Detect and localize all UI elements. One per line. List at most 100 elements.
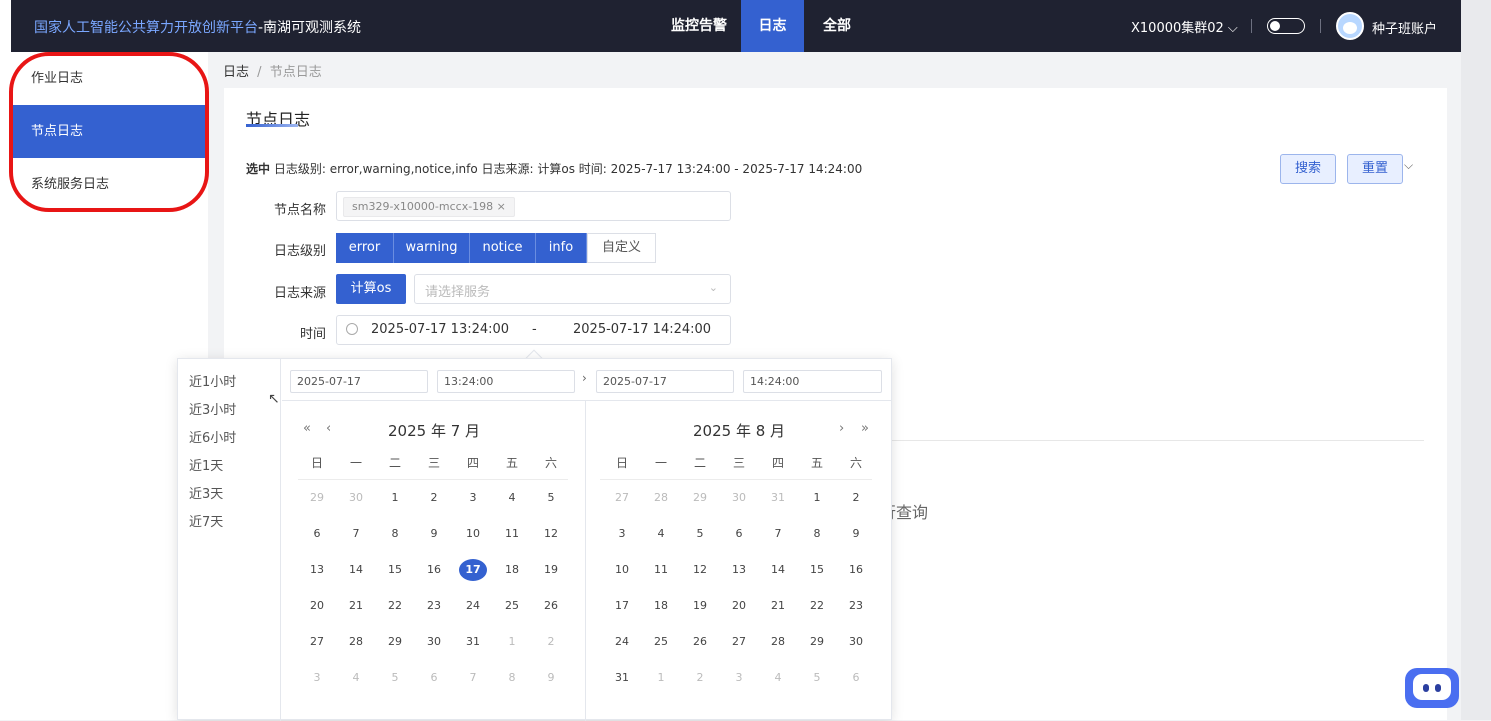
left-calendar-day[interactable]: 2	[420, 487, 448, 509]
time-end[interactable]: 2025-07-17 14:24:00	[573, 322, 711, 337]
prev-month-icon[interactable]: ‹	[326, 421, 331, 436]
left-calendar-day[interactable]: 13	[303, 559, 331, 581]
left-calendar-day[interactable]: 31	[459, 631, 487, 653]
left-calendar-day[interactable]: 7	[342, 523, 370, 545]
right-calendar-day[interactable]: 28	[647, 487, 675, 509]
left-calendar-day[interactable]: 1	[381, 487, 409, 509]
left-calendar-day[interactable]: 19	[537, 559, 565, 581]
level-error-button[interactable]: error	[336, 233, 394, 263]
left-calendar-day[interactable]: 5	[381, 667, 409, 689]
shortcut-1h[interactable]: 近1小时	[189, 371, 236, 390]
left-calendar-day[interactable]: 26	[537, 595, 565, 617]
right-calendar-day[interactable]: 4	[647, 523, 675, 545]
right-calendar-day[interactable]: 30	[725, 487, 753, 509]
right-calendar-day[interactable]: 18	[647, 595, 675, 617]
shortcut-6h[interactable]: 近6小时	[189, 427, 236, 446]
right-calendar-day[interactable]: 4	[764, 667, 792, 689]
expand-chevron-icon[interactable]: ⌵	[1404, 158, 1413, 173]
level-info-button[interactable]: info	[536, 233, 587, 263]
right-calendar-day[interactable]: 2	[686, 667, 714, 689]
right-calendar-day[interactable]: 22	[803, 595, 831, 617]
left-calendar-day[interactable]: 4	[342, 667, 370, 689]
shortcut-3h[interactable]: 近3小时	[189, 399, 236, 418]
left-calendar-day[interactable]: 14	[342, 559, 370, 581]
right-calendar-day[interactable]: 6	[725, 523, 753, 545]
time-range-input[interactable]: 2025-07-17 13:24:00 - 2025-07-17 14:24:0…	[336, 315, 731, 345]
node-tag[interactable]: sm329-x10000-mccx-198 ×	[343, 197, 515, 217]
node-name-select[interactable]: sm329-x10000-mccx-198 ×	[336, 191, 731, 221]
right-calendar-day[interactable]: 7	[764, 523, 792, 545]
left-calendar-day[interactable]: 7	[459, 667, 487, 689]
right-calendar-day[interactable]: 14	[764, 559, 792, 581]
shortcut-1d[interactable]: 近1天	[189, 455, 223, 474]
right-calendar-day[interactable]: 6	[842, 667, 870, 689]
service-select[interactable]: 请选择服务 ⌄	[414, 274, 731, 304]
next-month-icon[interactable]: ›	[839, 421, 844, 436]
right-calendar-day[interactable]: 16	[842, 559, 870, 581]
right-calendar-day[interactable]: 31	[608, 667, 636, 689]
level-custom-button[interactable]: 自定义	[587, 233, 656, 263]
avatar[interactable]	[1336, 12, 1364, 40]
right-calendar-day[interactable]: 20	[725, 595, 753, 617]
right-calendar-day[interactable]: 3	[608, 523, 636, 545]
left-calendar-day[interactable]: 18	[498, 559, 526, 581]
left-calendar-day[interactable]: 5	[537, 487, 565, 509]
right-calendar-day[interactable]: 9	[842, 523, 870, 545]
right-calendar-day[interactable]: 26	[686, 631, 714, 653]
right-calendar-day[interactable]: 2	[842, 487, 870, 509]
left-calendar-day[interactable]: 8	[498, 667, 526, 689]
left-calendar-day[interactable]: 30	[342, 487, 370, 509]
left-calendar-day[interactable]: 11	[498, 523, 526, 545]
left-calendar-day[interactable]: 4	[498, 487, 526, 509]
left-calendar-day[interactable]: 17	[459, 559, 487, 581]
left-calendar-day[interactable]: 2	[537, 631, 565, 653]
left-calendar-day[interactable]: 10	[459, 523, 487, 545]
breadcrumb-root[interactable]: 日志	[223, 65, 249, 80]
left-calendar-day[interactable]: 29	[303, 487, 331, 509]
account-name[interactable]: 种子班账户	[1372, 18, 1437, 37]
shortcut-3d[interactable]: 近3天	[189, 483, 223, 502]
search-button[interactable]: 搜索	[1280, 154, 1336, 184]
right-calendar-day[interactable]: 12	[686, 559, 714, 581]
right-calendar-day[interactable]: 15	[803, 559, 831, 581]
right-calendar-day[interactable]: 21	[764, 595, 792, 617]
reset-button[interactable]: 重置	[1347, 154, 1403, 184]
time-start[interactable]: 2025-07-17 13:24:00	[371, 322, 509, 337]
left-calendar-day[interactable]: 12	[537, 523, 565, 545]
brand-title[interactable]: 国家人工智能公共算力开放创新平台-南湖可观测系统	[34, 17, 361, 37]
right-calendar-day[interactable]: 31	[764, 487, 792, 509]
right-calendar-day[interactable]: 19	[686, 595, 714, 617]
left-calendar-day[interactable]: 30	[420, 631, 448, 653]
nav-logs[interactable]: 日志	[741, 0, 804, 52]
right-calendar-day[interactable]: 5	[803, 667, 831, 689]
right-calendar-day[interactable]: 3	[725, 667, 753, 689]
next-year-icon[interactable]: »	[861, 421, 869, 436]
start-time-input[interactable]: 13:24:00	[437, 370, 575, 393]
right-calendar-day[interactable]: 29	[686, 487, 714, 509]
right-calendar-day[interactable]: 10	[608, 559, 636, 581]
left-calendar-day[interactable]: 9	[420, 523, 448, 545]
right-calendar-day[interactable]: 1	[647, 667, 675, 689]
right-calendar-day[interactable]: 28	[764, 631, 792, 653]
nav-all[interactable]: 全部	[811, 0, 863, 52]
right-calendar-day[interactable]: 13	[725, 559, 753, 581]
theme-toggle[interactable]	[1267, 18, 1305, 34]
end-date-input[interactable]: 2025-07-17	[596, 370, 734, 393]
left-calendar-day[interactable]: 21	[342, 595, 370, 617]
cluster-selector[interactable]: X10000集群02 ⌵	[1131, 17, 1238, 36]
left-calendar-day[interactable]: 15	[381, 559, 409, 581]
left-calendar-day[interactable]: 25	[498, 595, 526, 617]
left-calendar-day[interactable]: 22	[381, 595, 409, 617]
start-date-input[interactable]: 2025-07-17	[290, 370, 428, 393]
right-calendar-day[interactable]: 25	[647, 631, 675, 653]
right-calendar-day[interactable]: 27	[608, 487, 636, 509]
right-calendar-day[interactable]: 1	[803, 487, 831, 509]
left-calendar-day[interactable]: 8	[381, 523, 409, 545]
source-computeos-button[interactable]: 计算os	[336, 274, 406, 304]
left-calendar-day[interactable]: 6	[303, 523, 331, 545]
left-calendar-day[interactable]: 24	[459, 595, 487, 617]
left-calendar-day[interactable]: 3	[303, 667, 331, 689]
right-calendar-day[interactable]: 11	[647, 559, 675, 581]
left-calendar-day[interactable]: 29	[381, 631, 409, 653]
left-calendar-day[interactable]: 16	[420, 559, 448, 581]
